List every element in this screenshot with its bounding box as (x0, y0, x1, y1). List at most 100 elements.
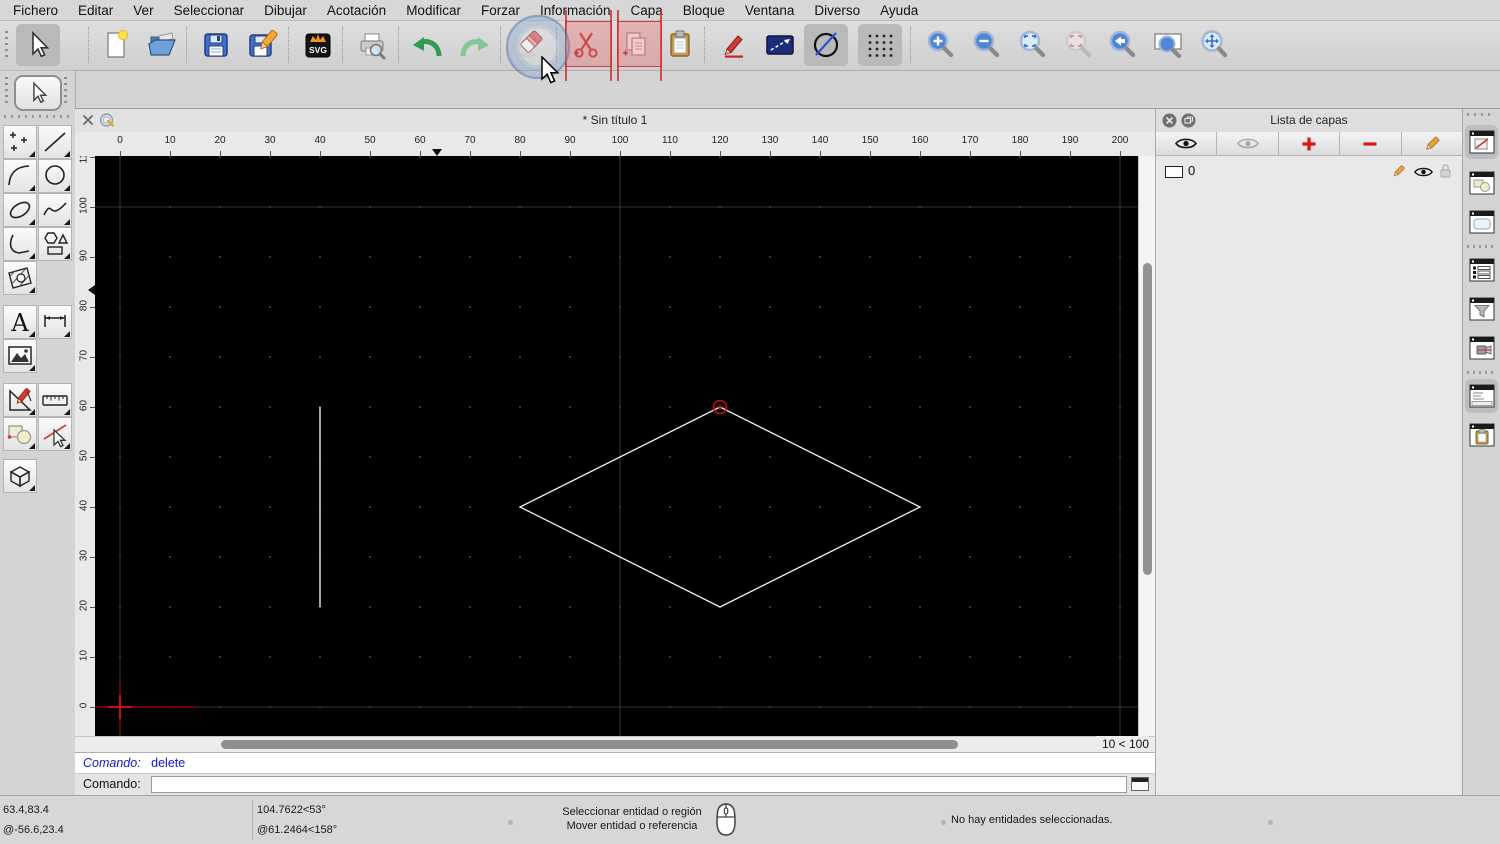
layer-row[interactable]: 0 (1156, 161, 1462, 181)
zoom-pan-button[interactable] (1192, 24, 1236, 66)
palette-drag-handle[interactable] (64, 77, 67, 103)
tool-spline[interactable] (38, 193, 72, 227)
add-layer-button[interactable] (1279, 132, 1340, 156)
tool-polyline[interactable] (3, 227, 37, 261)
horizontal-scrollbar-thumb[interactable] (221, 740, 958, 749)
toolbar-drag-handle[interactable] (5, 31, 8, 59)
library-window-icon (1469, 210, 1495, 234)
command-input[interactable] (151, 776, 1127, 793)
draw-attributes-button[interactable] (712, 24, 756, 66)
detach-command-line-button[interactable] (1131, 777, 1149, 791)
drawing-canvas[interactable] (95, 156, 1138, 736)
menu-item-capa[interactable]: Capa (621, 3, 673, 18)
grid-dot (219, 406, 221, 408)
save-as-button[interactable] (240, 24, 284, 66)
grid-dot (519, 356, 521, 358)
dock-selection-filter-button[interactable] (1465, 292, 1498, 326)
h-ruler-label: 40 (307, 135, 333, 146)
palette-drag-handle[interactable] (5, 77, 8, 103)
tool-image[interactable] (3, 339, 37, 373)
grid-dot (369, 256, 371, 258)
layer-lock-icon[interactable] (1439, 163, 1452, 179)
edit-layer-button[interactable] (1402, 132, 1462, 156)
menu-item-diverso[interactable]: Diverso (804, 3, 870, 18)
grid-dot (469, 306, 471, 308)
viewport-window-icon (1469, 336, 1495, 360)
grid-dot (369, 356, 371, 358)
vertical-scrollbar-thumb[interactable] (1143, 263, 1152, 575)
horizontal-scrollbar[interactable] (75, 736, 1155, 752)
zoom-window-button[interactable] (1146, 24, 1190, 66)
dock-block-list-button[interactable] (1465, 166, 1498, 200)
grid-dot (919, 456, 921, 458)
grid-dot (519, 256, 521, 258)
open-file-button[interactable] (140, 24, 184, 66)
tool-measure[interactable] (38, 383, 72, 417)
h-ruler-label: 0 (107, 135, 133, 146)
toolbar-separator (342, 27, 343, 63)
svg-export-button[interactable]: SVG (296, 24, 340, 66)
grid-dot (169, 456, 171, 458)
grid-dot (219, 556, 221, 558)
remove-layer-button[interactable] (1340, 132, 1401, 156)
menu-item-ayuda[interactable]: Ayuda (870, 3, 928, 18)
edit-pencil-icon[interactable] (1391, 164, 1406, 179)
vertical-scrollbar[interactable] (1138, 156, 1155, 736)
tool-select-entity[interactable] (38, 417, 72, 451)
menu-item-acotación[interactable]: Acotación (317, 3, 396, 18)
tool-shapes[interactable] (38, 227, 72, 261)
print-preview-button[interactable] (350, 24, 394, 66)
dock-clipboard-button[interactable] (1465, 418, 1498, 452)
menu-item-editar[interactable]: Editar (68, 3, 123, 18)
menu-item-fichero[interactable]: Fichero (13, 3, 68, 18)
zoom-previous-button[interactable] (1100, 24, 1144, 66)
tool-modify[interactable] (3, 383, 37, 417)
menu-item-seleccionar[interactable]: Seleccionar (164, 3, 255, 18)
tool-line[interactable] (38, 125, 72, 159)
menu-item-modificar[interactable]: Modificar (396, 3, 471, 18)
palette-back-arrow-button[interactable] (14, 75, 62, 111)
print-preview-icon (355, 28, 389, 62)
grid-dot (869, 356, 871, 358)
dock-property-list-button[interactable] (1465, 253, 1498, 287)
tool-arc[interactable] (3, 159, 37, 193)
circle-slash-button[interactable] (804, 24, 848, 66)
zoom-auto-button[interactable] (1010, 24, 1054, 66)
menu-item-ver[interactable]: Ver (123, 3, 163, 18)
zoom-selection-button[interactable] (1056, 24, 1100, 66)
zoom-in-button[interactable] (918, 24, 962, 66)
show-all-layers-button[interactable] (1156, 132, 1217, 156)
grid-dot (569, 356, 571, 358)
menu-item-ventana[interactable]: Ventana (735, 3, 805, 18)
tool-circle[interactable] (38, 159, 72, 193)
tool-solid-3d[interactable] (3, 459, 37, 493)
detection-rectangle-button[interactable] (758, 24, 802, 66)
tool-hatch[interactable] (3, 261, 37, 295)
tool-text[interactable]: A (3, 305, 37, 339)
menu-item-dibujar[interactable]: Dibujar (254, 3, 317, 18)
paste-button[interactable] (658, 24, 702, 66)
v-ruler-label: 10 (79, 643, 90, 669)
undo-button[interactable] (406, 24, 450, 66)
menu-item-bloque[interactable]: Bloque (673, 3, 735, 18)
tool-points[interactable] (3, 125, 37, 159)
tool-dimension[interactable] (38, 305, 72, 339)
dock-viewport-button[interactable] (1465, 331, 1498, 365)
tool-ellipse[interactable] (3, 193, 37, 227)
grid-toggle-button[interactable] (858, 24, 902, 66)
redo-button[interactable] (452, 24, 496, 66)
right-click-hint: Mover entidad o referencia (552, 819, 712, 833)
palette-handle-dots[interactable] (4, 115, 70, 118)
tool-blocks[interactable] (3, 417, 37, 451)
dock-command-line-button[interactable] (1465, 379, 1498, 413)
zoom-out-button[interactable] (964, 24, 1008, 66)
new-file-button[interactable] (94, 24, 138, 66)
dock-strip-handle[interactable] (1467, 113, 1495, 116)
grid-dot (219, 606, 221, 608)
hide-all-layers-button[interactable] (1217, 132, 1278, 156)
dock-library-browser-button[interactable] (1465, 205, 1498, 239)
selection-tool-button[interactable] (16, 24, 60, 66)
layer-visible-eye-icon[interactable] (1414, 166, 1433, 178)
dock-layer-list-button[interactable] (1465, 125, 1498, 159)
save-button[interactable] (194, 24, 238, 66)
